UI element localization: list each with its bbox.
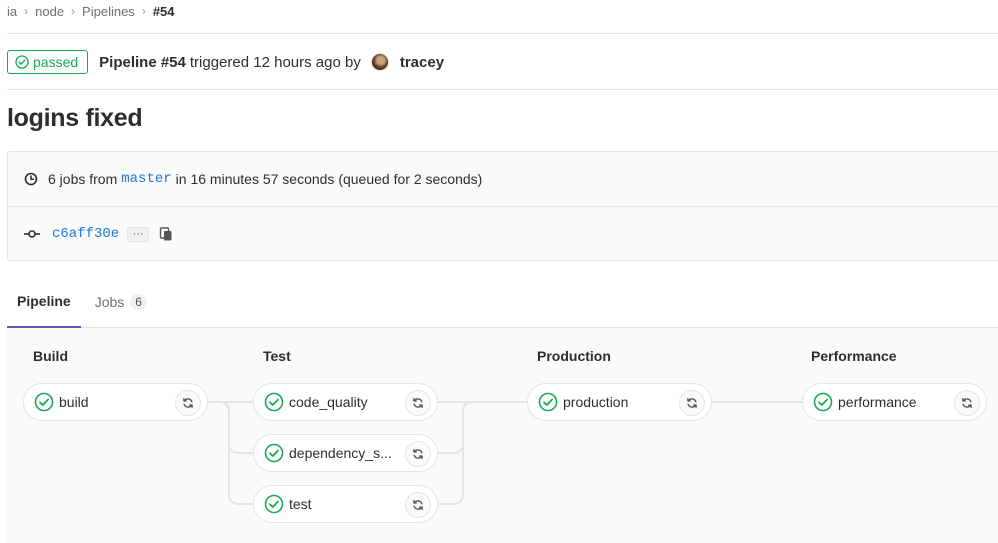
job-build[interactable]: build <box>23 383 208 421</box>
pipeline-graph: Build Test Production Performance build … <box>7 328 998 543</box>
pipeline-tabs: Pipeline Jobs 6 <box>7 275 998 328</box>
retry-button[interactable] <box>405 492 431 518</box>
jobs-count-text: 6 jobs from <box>48 171 118 187</box>
job-name: dependency_s... <box>289 445 392 461</box>
retry-icon <box>687 397 697 409</box>
pipeline-header: passed Pipeline #54 triggered 12 hours a… <box>7 49 444 75</box>
job-test[interactable]: test <box>253 485 438 523</box>
author-link[interactable]: tracey <box>400 54 444 71</box>
avatar[interactable] <box>370 53 389 71</box>
retry-button[interactable] <box>405 441 431 467</box>
job-production[interactable]: production <box>527 383 712 421</box>
triggered-text: triggered 12 hours ago by <box>189 53 361 71</box>
tab-pipeline[interactable]: Pipeline <box>7 275 81 328</box>
retry-icon <box>413 499 423 511</box>
copy-icon[interactable] <box>159 227 173 241</box>
chevron-right-icon: › <box>71 4 76 18</box>
status-badge[interactable]: passed <box>7 50 89 74</box>
breadcrumb-current[interactable]: #54 <box>153 4 175 19</box>
job-dependency-scanning[interactable]: dependency_s... <box>253 434 438 472</box>
retry-icon <box>183 397 193 409</box>
duration-text: in 16 minutes 57 seconds (queued for 2 s… <box>175 171 483 187</box>
divider <box>7 89 998 90</box>
job-name: test <box>289 496 312 512</box>
retry-button[interactable] <box>679 390 705 416</box>
status-success-icon <box>538 392 558 412</box>
job-code-quality[interactable]: code_quality <box>253 383 438 421</box>
retry-icon <box>413 397 423 409</box>
commit-sha-link[interactable]: c6aff30e <box>52 226 119 242</box>
retry-icon <box>413 448 423 460</box>
status-success-icon <box>15 55 29 69</box>
breadcrumb: ia › node › Pipelines › #54 <box>7 0 175 22</box>
job-name: performance <box>838 394 917 410</box>
retry-button[interactable] <box>954 390 980 416</box>
tab-jobs[interactable]: Jobs 6 <box>85 275 157 328</box>
expand-commit-button[interactable]: ··· <box>127 226 150 242</box>
retry-button[interactable] <box>175 390 201 416</box>
breadcrumb-pipelines[interactable]: Pipelines <box>82 4 135 19</box>
commit-icon <box>24 229 40 239</box>
divider <box>7 33 998 34</box>
commit-row: c6aff30e ··· <box>24 207 173 261</box>
pipeline-info-box: 6 jobs from master in 16 minutes 57 seco… <box>7 151 998 261</box>
status-success-icon <box>264 443 284 463</box>
page-title: logins fixed <box>7 104 143 132</box>
breadcrumb-project[interactable]: node <box>35 4 64 19</box>
stage-title-performance: Performance <box>811 348 897 364</box>
retry-icon <box>962 397 972 409</box>
job-performance[interactable]: performance <box>802 383 987 421</box>
status-success-icon <box>34 392 54 412</box>
chevron-right-icon: › <box>141 4 146 18</box>
jobs-count-badge: 6 <box>130 293 147 310</box>
job-name: production <box>563 394 629 410</box>
jobs-summary: 6 jobs from master in 16 minutes 57 seco… <box>24 152 482 206</box>
stage-title-build: Build <box>33 348 68 364</box>
clock-icon <box>24 172 38 186</box>
retry-button[interactable] <box>405 390 431 416</box>
pipeline-id: Pipeline #54 <box>99 53 186 71</box>
status-success-icon <box>264 392 284 412</box>
job-name: code_quality <box>289 394 368 410</box>
tab-pipeline-label: Pipeline <box>17 292 71 309</box>
job-name: build <box>59 394 89 410</box>
chevron-right-icon: › <box>24 4 29 18</box>
stage-title-test: Test <box>263 348 291 364</box>
status-label: passed <box>33 54 79 70</box>
breadcrumb-group[interactable]: ia <box>7 4 17 19</box>
branch-link[interactable]: master <box>121 171 171 187</box>
status-success-icon <box>813 392 833 412</box>
stage-title-production: Production <box>537 348 611 364</box>
tab-jobs-label: Jobs <box>94 293 125 310</box>
status-success-icon <box>264 494 284 514</box>
